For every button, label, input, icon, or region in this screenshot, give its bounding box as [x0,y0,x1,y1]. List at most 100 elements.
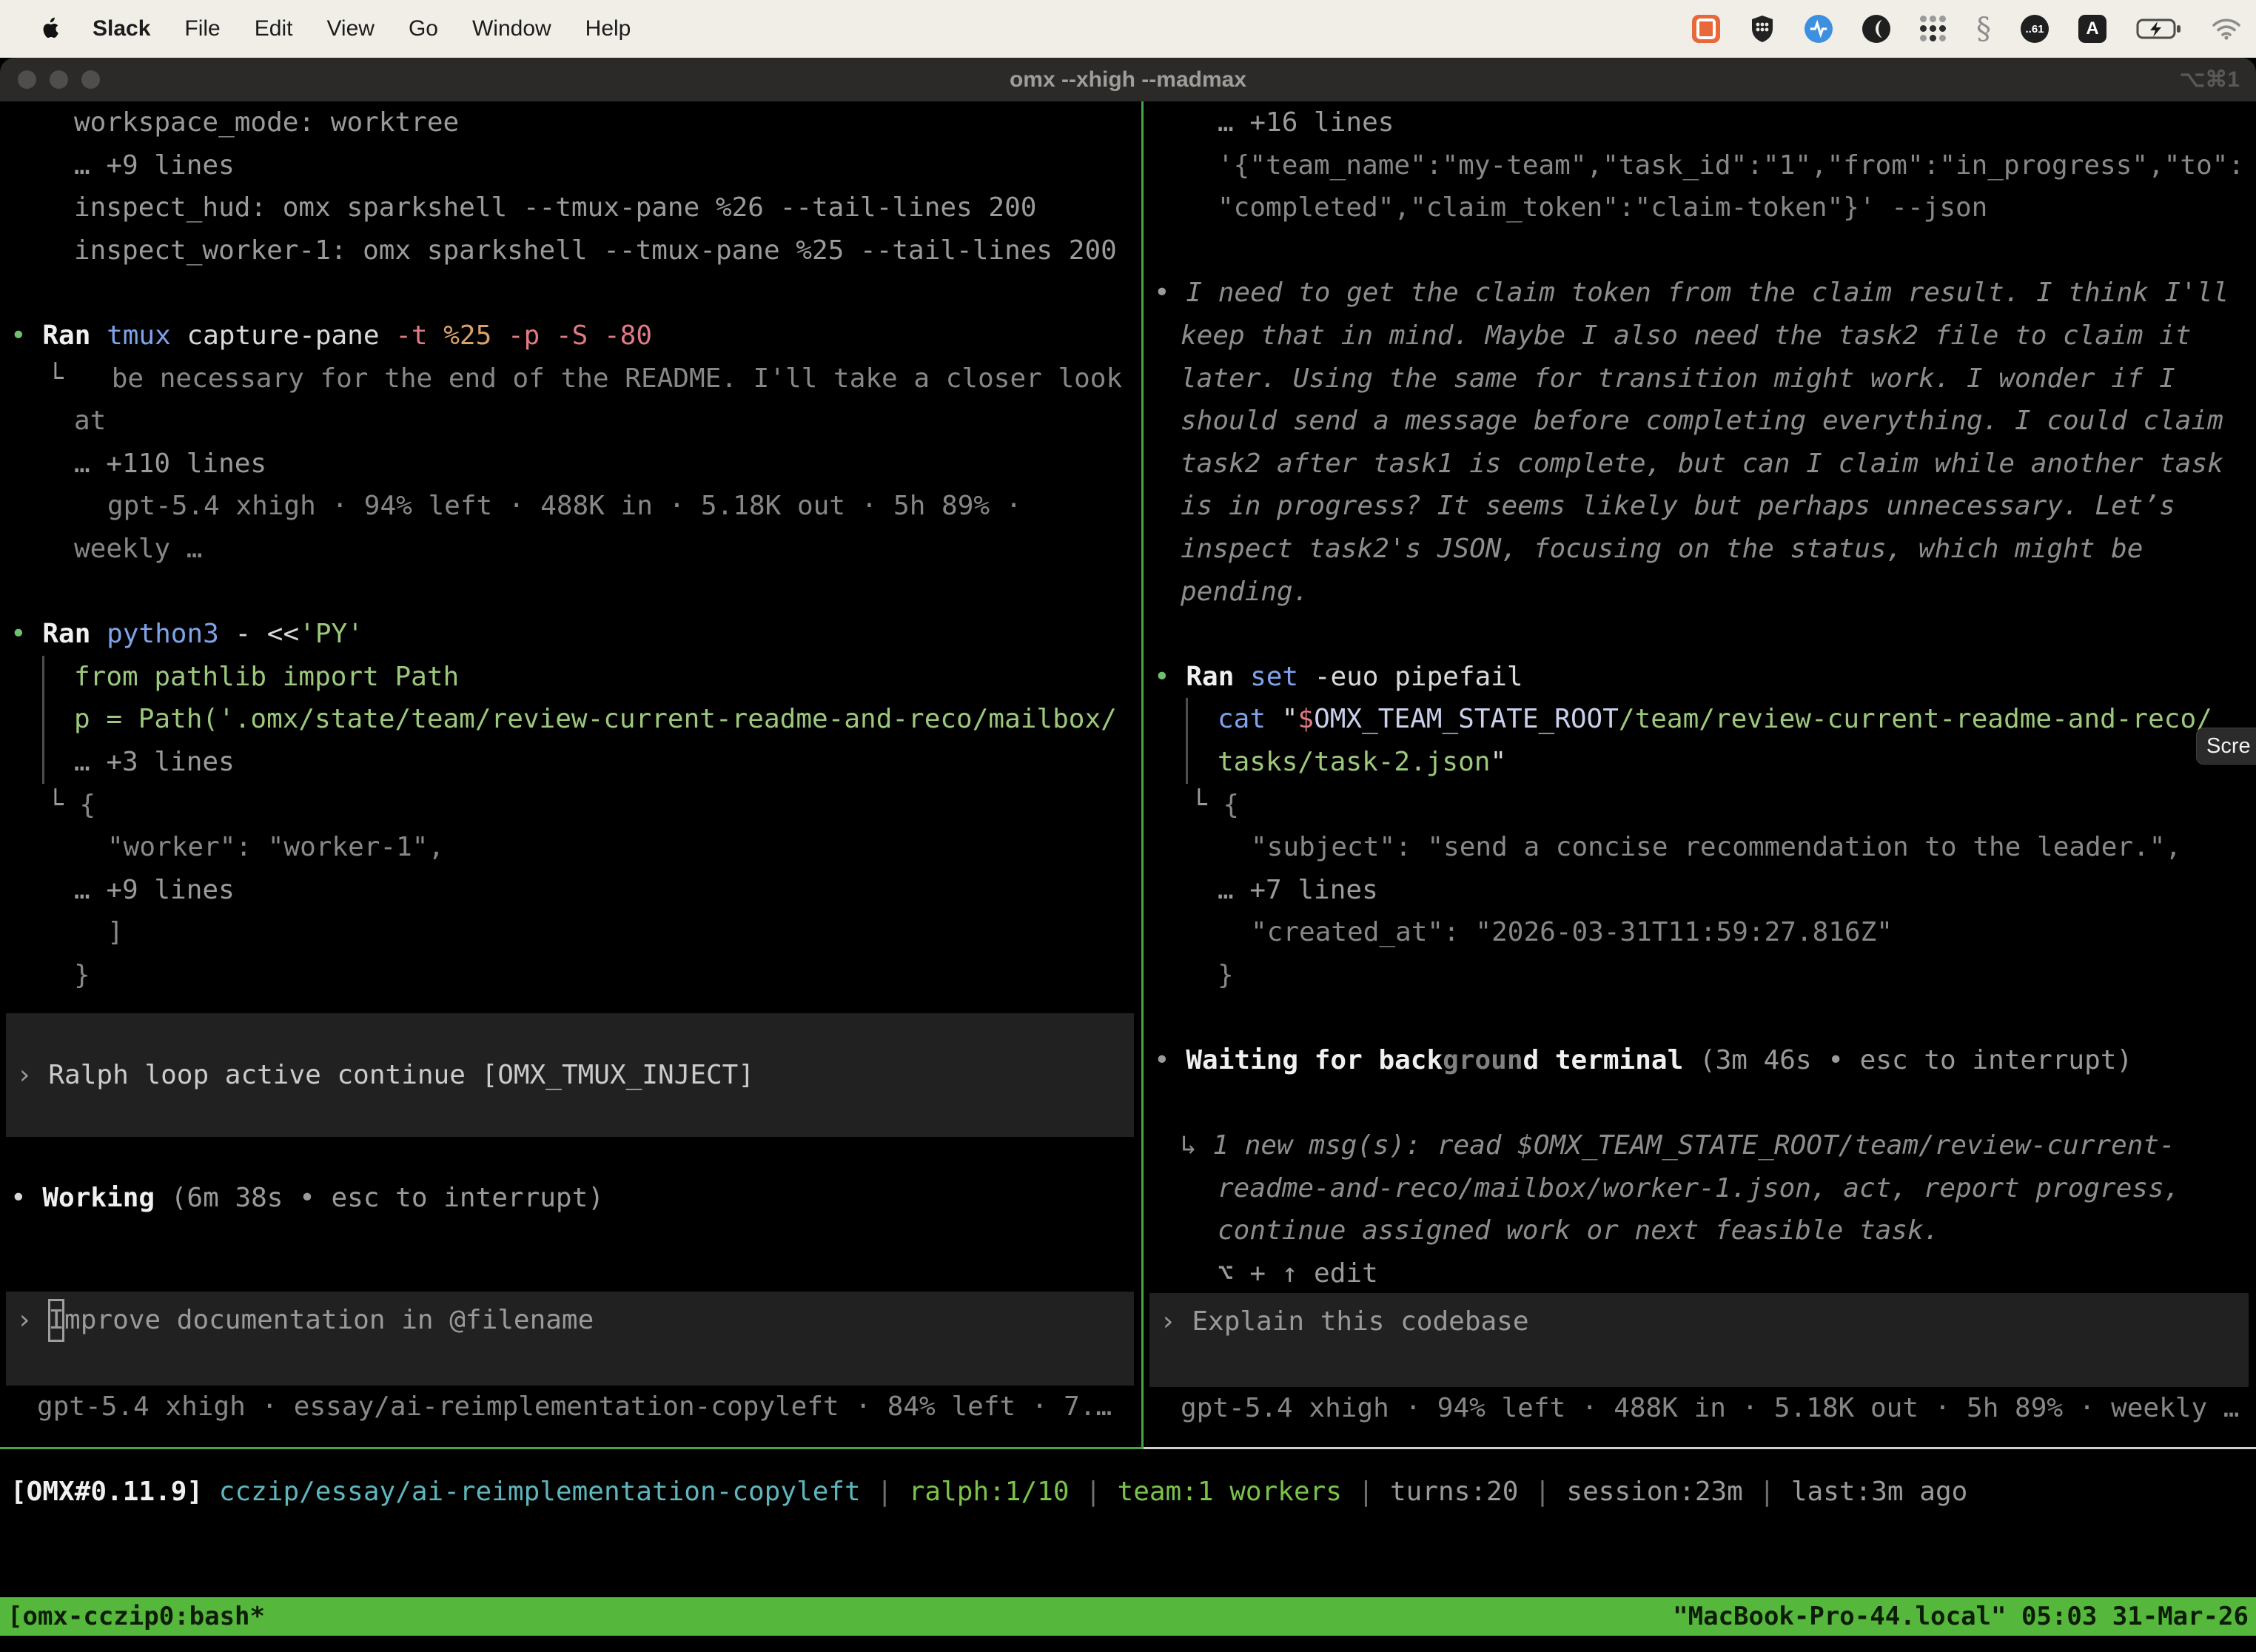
text-segment: should send a message before completing … [1181,406,2223,436]
text-segment: later. Using the same for transition mig… [1181,363,2175,394]
left-pane-scrollback: workspace_mode: worktree… +9 linesinspec… [0,101,1141,996]
terminal-line: … +9 lines [0,144,1141,187]
terminal-line [1144,613,2256,656]
text-segment: task2 after task1 is complete, but can I… [1181,449,2223,479]
text-segment: gpt-5.4 xhigh · 94% left · 488K in · 5.1… [107,491,1021,521]
terminal-line: task2 after task1 is complete, but can I… [1144,443,2256,486]
text-segment: Ran [1186,662,1250,692]
text-segment: | [1070,1477,1118,1507]
terminal-line: pending. [1144,571,2256,614]
terminal-line [1144,996,2256,1039]
text-segment: from pathlib import Path [74,662,459,692]
ralph-loop-text: Ralph loop active continue [OMX_TMUX_INJ… [48,1060,754,1090]
chat-app-icon[interactable] [1692,15,1720,43]
text-segment: readme-and-reco/mailbox/worker-1.json, a… [1218,1173,2180,1203]
text-segment: tmux [107,320,187,351]
text-segment: Waiting for back [1186,1045,1443,1075]
text-segment: 'PY' [299,619,363,649]
tmux-pane-right[interactable]: … +16 lines '{"team_name":"my-team","task… [1144,101,2256,1449]
text-segment: | [1518,1477,1566,1507]
right-input-box[interactable]: › Explain this codebase [1149,1293,2249,1387]
terminal-line: is in progress? It seems likely but perh… [1144,485,2256,528]
text-segment: -euo pipefail [1315,662,1523,692]
shield-grid-icon[interactable] [1750,15,1775,43]
terminal-line: readme-and-reco/mailbox/worker-1.json, a… [1144,1167,2256,1210]
left-input-line[interactable]: › Improve documentation in @filename [6,1299,1134,1342]
terminal-line: … +9 lines [0,869,1141,912]
text-segment: -S [556,320,604,351]
text-segment: … +16 lines [1218,107,1394,138]
terminal-line: ⌥ + ↑ edit [1144,1252,2256,1295]
menu-item-view[interactable]: View [326,16,374,41]
terminal-line [1144,229,2256,272]
text-segment: I need to get the claim token from the c… [1186,278,2229,308]
terminal-line: } [0,954,1141,997]
terminal-line: inspect_hud: omx sparkshell --tmux-pane … [0,187,1141,229]
text-segment: { [79,790,95,820]
moon-crescent-icon[interactable] [1862,15,1890,43]
text-segment: Ran [42,619,107,649]
right-input-line[interactable]: › Explain this codebase [1149,1300,2249,1343]
working-status-line: • Working (6m 38s • esc to interrupt) [0,1177,1141,1220]
percent-badge-icon[interactable]: ..61 [2021,15,2049,43]
text-segment: | [861,1477,909,1507]
text-segment: } [1218,960,1234,990]
menu-item-help[interactable]: Help [585,16,631,41]
text-segment: { [1223,790,1239,820]
keyboard-layout-icon[interactable]: A [2078,15,2106,43]
dot-grid-icon[interactable] [1920,16,1947,42]
menu-item-go[interactable]: Go [409,16,438,41]
text-segment: be necessary for the end of the README. … [112,363,1122,394]
terminal-line [0,272,1141,315]
text-segment: Ran [42,320,107,351]
menu-item-file[interactable]: File [184,16,220,41]
terminal-line: "completed","claim_token":"claim-token"}… [1144,187,2256,229]
apple-menu-icon[interactable] [41,17,60,41]
left-model-status-line: gpt-5.4 xhigh · essay/ai-reimplementatio… [0,1386,1141,1428]
sync-badge-icon[interactable] [1805,15,1833,43]
tmux-pane-left[interactable]: workspace_mode: worktree… +9 linesinspec… [0,101,1144,1449]
text-segment: '{"team_name":"my-team","task_id":"1","f… [1218,150,2244,181]
text-segment: … +3 lines [74,747,235,777]
menu-status-icons: § ..61 A [1692,15,2256,43]
wifi-icon[interactable] [2212,18,2241,40]
left-input-box[interactable]: › Improve documentation in @filename [6,1292,1134,1386]
text-segment: } [74,960,90,990]
terminal-line [0,571,1141,614]
text-segment: python3 [107,619,235,649]
command-connector-line [1186,698,1188,741]
text-segment: [OMX#0.11.9] [10,1477,219,1507]
text-segment: └ [47,363,112,394]
terminal-window: omx --xhigh --madmax ⌥⌘1 workspace_mode:… [0,58,2256,1652]
menu-item-window[interactable]: Window [472,16,551,41]
window-shortcut-badge: ⌥⌘1 [2180,58,2240,101]
terminal-line: inspect task2's JSON, focusing on the st… [1144,528,2256,571]
squiggle-icon[interactable]: § [1976,15,1991,43]
terminal-line: from pathlib import Path [0,656,1141,699]
window-title: omx --xhigh --madmax [0,58,2256,101]
text-segment: "completed","claim_token":"claim-token"}… [1218,192,1987,223]
window-titlebar[interactable]: omx --xhigh --madmax ⌥⌘1 [0,58,2256,101]
text-segment: └ [1191,790,1223,820]
text-segment: capture-pane [187,320,395,351]
text-segment: | [1743,1477,1791,1507]
terminal-line: "created_at": "2026-03-31T11:59:27.816Z" [1144,911,2256,954]
battery-charging-icon[interactable] [2136,17,2182,41]
text-segment: last:3m ago [1791,1477,1967,1507]
menu-items: Slack File Edit View Go Window Help [93,16,665,41]
text-segment: └ [47,790,79,820]
terminal-line: p = Path('.omx/state/team/review-current… [0,698,1141,741]
terminal-line: "subject": "send a concise recommendatio… [1144,826,2256,869]
text-segment: keep that in mind. Maybe I also need the… [1181,320,2191,351]
text-segment: %25 [443,320,508,351]
menu-item-slack[interactable]: Slack [93,16,150,41]
screen-tooltip: Scre [2196,728,2256,765]
text-segment: … +7 lines [1218,875,1378,905]
text-segment: cczip/essay/ai-reimplementation-copyleft [219,1477,861,1507]
text-cursor: I [48,1299,64,1342]
desktop: Slack File Edit View Go Window Help § ..61 A omx… [0,0,2256,1652]
text-segment: inspect task2's JSON, focusing on the st… [1181,534,2143,564]
text-segment: /team/review-current-readme-and-reco/ [1619,704,2212,734]
menu-item-edit[interactable]: Edit [255,16,293,41]
text-segment: ⌥ + ↑ edit [1218,1258,1378,1289]
